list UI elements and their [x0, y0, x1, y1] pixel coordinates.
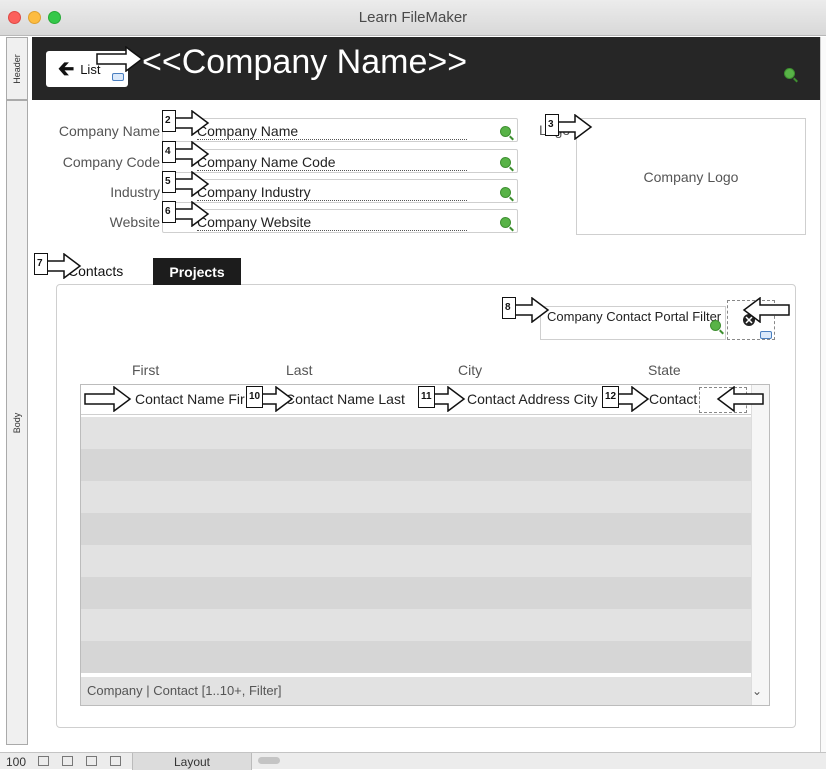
callout-number: 2 [162, 110, 176, 132]
column-header-last: Last [286, 362, 313, 378]
website-search-icon [500, 217, 511, 228]
horizontal-scrollbar[interactable] [258, 757, 280, 764]
callout-number: 8 [502, 297, 516, 319]
button-setup-icon [760, 331, 772, 339]
industry-label: Industry [110, 184, 160, 200]
callout-number: 10 [246, 386, 264, 408]
portal-info-label: Company | Contact [1..10+, Filter] [81, 677, 751, 705]
industry-search-icon [500, 187, 511, 198]
company-logo-container[interactable]: Company Logo [576, 118, 806, 235]
portal-filter-search-icon [710, 320, 721, 331]
callout-arrow-delete-button [716, 386, 764, 412]
portal-empty-row [81, 481, 751, 513]
company-logo-placeholder: Company Logo [643, 168, 739, 185]
chevron-down-icon[interactable]: ⌄ [752, 684, 762, 698]
portal-empty-row [81, 513, 751, 545]
zoom-in-icon[interactable] [62, 756, 73, 766]
contact-last-name-field[interactable]: Contact Name Last [285, 391, 435, 407]
zoom-level[interactable]: 100 [6, 755, 26, 769]
portal-empty-row [81, 545, 751, 577]
callout-number: 12 [602, 386, 620, 408]
website-field[interactable]: Company Website [162, 209, 518, 233]
callout-9 [84, 386, 132, 412]
body-part-tab[interactable]: Body [6, 100, 28, 745]
company-name-search-icon [500, 126, 511, 137]
toggle-status-toolbar-icon[interactable] [86, 756, 97, 766]
body-part-label: Body [12, 412, 22, 433]
window-titlebar: Learn FileMaker [0, 0, 826, 36]
website-label: Website [109, 214, 160, 230]
portal-filter-text: Company Contact Portal Filter [547, 309, 722, 324]
industry-value: Company Industry [197, 184, 467, 201]
toggle-toolbar-icon[interactable] [110, 756, 121, 766]
company-code-search-icon [500, 157, 511, 168]
back-arrow-icon: 🡰 [58, 58, 75, 80]
window-title: Learn FileMaker [358, 9, 468, 26]
tab-projects[interactable]: Projects [153, 258, 241, 285]
callout-number: 4 [162, 141, 176, 163]
status-bar: 100 Layout [0, 752, 826, 770]
column-header-first: First [132, 362, 160, 378]
button-setup-icon [112, 73, 124, 81]
callout-number: 7 [34, 253, 48, 275]
website-value: Company Website [197, 214, 467, 231]
callout-number: 6 [162, 201, 176, 223]
portal-empty-row [81, 641, 751, 673]
portal-scrollbar[interactable] [751, 385, 769, 705]
column-header-state: State [648, 362, 681, 378]
company-code-label: Company Code [62, 154, 160, 170]
portal-empty-row [81, 449, 751, 481]
company-name-title: <<Company Name>> [142, 43, 468, 81]
company-name-value: Company Name [197, 123, 467, 140]
portal-empty-row [81, 609, 751, 641]
zoom-out-icon[interactable] [38, 756, 49, 766]
portal-empty-row [81, 577, 751, 609]
column-header-city: City [458, 362, 483, 378]
contact-first-name-field[interactable]: Contact Name First [135, 391, 245, 407]
contact-state-field[interactable]: Contact Address State [649, 391, 699, 407]
company-code-value: Company Name Code [197, 154, 467, 171]
header-part-tab[interactable]: Header [6, 37, 28, 100]
callout-number: 3 [545, 114, 559, 136]
portal-row[interactable]: Contact Name First Contact Name Last Con… [81, 385, 751, 415]
company-name-label: Company Name [58, 123, 160, 139]
callout-arrow-filter-button [742, 297, 790, 323]
callout-arrow-1 [96, 46, 144, 72]
industry-field[interactable]: Company Industry [162, 179, 518, 203]
contacts-portal[interactable]: Contact Name First Contact Name Last Con… [80, 384, 770, 706]
callout-number: 5 [162, 171, 176, 193]
portal-filter-field[interactable]: Company Contact Portal Filter [540, 306, 726, 340]
header-search-icon[interactable] [784, 68, 795, 79]
company-code-field[interactable]: Company Name Code [162, 149, 518, 173]
header-part-label: Header [12, 53, 22, 84]
layout-right-edge [820, 37, 826, 769]
mode-layout-tab[interactable]: Layout [132, 753, 252, 770]
company-name-field[interactable]: Company Name [162, 118, 518, 142]
portal-empty-row [81, 417, 751, 449]
callout-number: 11 [418, 386, 435, 408]
